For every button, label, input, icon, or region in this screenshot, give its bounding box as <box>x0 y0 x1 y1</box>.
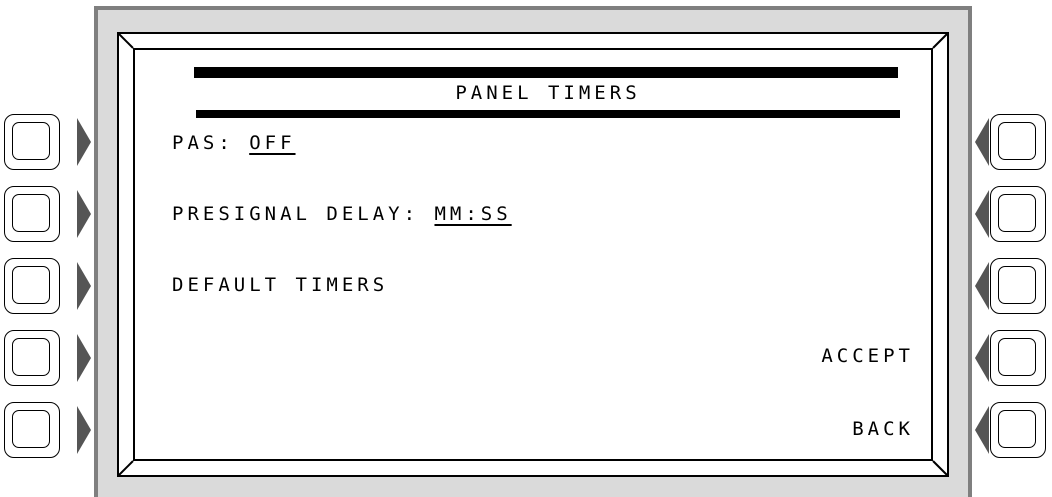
pas-value[interactable]: OFF <box>249 132 295 154</box>
soft-key-left-5[interactable] <box>4 402 60 458</box>
arrow-left-icon <box>975 190 989 238</box>
pas-label: PAS: <box>172 132 250 154</box>
soft-key-right-5[interactable] <box>990 402 1046 458</box>
page-title: PANEL TIMERS <box>455 82 641 104</box>
menu-item-presignal-delay[interactable]: PRESIGNAL DELAY: MM:SS <box>172 201 512 227</box>
arrow-right-icon <box>77 190 91 238</box>
arrow-right-icon <box>77 334 91 382</box>
soft-key-right-3[interactable] <box>990 258 1046 314</box>
arrow-right-icon <box>77 262 91 310</box>
arrow-left-icon <box>975 118 989 166</box>
accept-option[interactable]: ACCEPT <box>821 343 914 369</box>
soft-key-right-4[interactable] <box>990 330 1046 386</box>
arrow-right-icon <box>77 406 91 454</box>
soft-key-left-2[interactable] <box>4 186 60 242</box>
arrow-left-icon <box>975 334 989 382</box>
presignal-delay-label: PRESIGNAL DELAY: <box>172 203 435 225</box>
arrow-left-icon <box>975 406 989 454</box>
soft-key-left-4[interactable] <box>4 330 60 386</box>
soft-key-right-2[interactable] <box>990 186 1046 242</box>
menu-item-pas[interactable]: PAS: OFF <box>172 130 296 156</box>
title-bar-bottom <box>196 110 900 118</box>
arrow-right-icon <box>77 118 91 166</box>
menu-item-default-timers[interactable]: DEFAULT TIMERS <box>172 272 388 298</box>
title-bar-top <box>194 67 898 78</box>
arrow-left-icon <box>975 262 989 310</box>
presignal-delay-value[interactable]: MM:SS <box>434 203 511 225</box>
soft-key-left-1[interactable] <box>4 114 60 170</box>
soft-key-right-1[interactable] <box>990 114 1046 170</box>
back-option[interactable]: BACK <box>852 416 914 442</box>
soft-key-left-3[interactable] <box>4 258 60 314</box>
